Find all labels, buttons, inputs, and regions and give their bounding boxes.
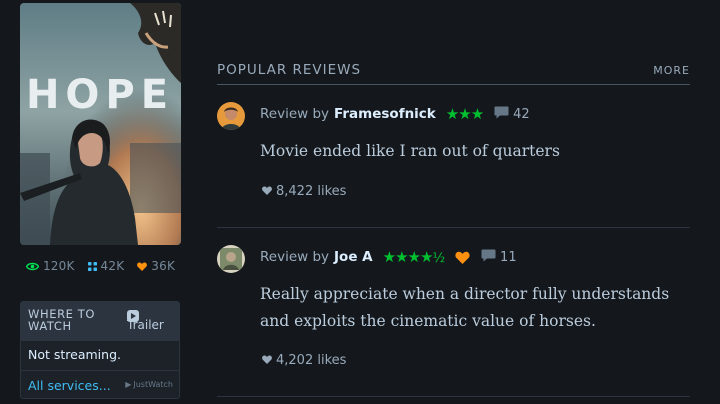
where-to-watch-footer: All services... ▶ JustWatch <box>21 371 179 398</box>
review-item: Review by Joe A ★★★★½ 11 Really apprecia… <box>217 242 690 397</box>
review-likes[interactable]: 8,422 likes <box>262 184 346 199</box>
avatar[interactable] <box>217 245 245 273</box>
likes-stat[interactable]: 36K <box>137 257 175 275</box>
justwatch-credit[interactable]: ▶ JustWatch <box>125 371 173 398</box>
trailer-label: Trailer <box>127 318 164 332</box>
eye-icon <box>25 262 39 271</box>
heart-icon <box>137 262 148 271</box>
watched-stat[interactable]: 120K <box>25 257 75 275</box>
rating-stars: ★★★ <box>445 105 484 123</box>
lists-count: 42K <box>100 259 125 273</box>
avatar[interactable] <box>217 102 245 130</box>
star-rating: ★★★★½ <box>382 248 445 266</box>
speech-bubble-icon <box>481 249 496 266</box>
review-byline: Review by Framesofnick ★★★ 42 <box>260 105 530 123</box>
where-to-watch-panel: WHERE TO WATCH Trailer Not streaming. Al… <box>20 301 180 399</box>
justwatch-play-icon: ▶ <box>125 380 132 389</box>
comment-count: 42 <box>513 106 530 122</box>
trailer-button[interactable]: Trailer <box>127 307 177 332</box>
all-services-link[interactable]: All services... <box>28 378 111 393</box>
popular-reviews-header: POPULAR REVIEWS MORE <box>217 62 690 85</box>
heart-icon <box>262 353 272 368</box>
rating-half-star: ½ <box>432 251 445 266</box>
likes-count: 36K <box>151 259 176 273</box>
comments-link[interactable]: 11 <box>481 249 517 266</box>
review-byline: Review by Joe A ★★★★½ 11 <box>260 248 517 266</box>
review-author[interactable]: Framesofnick <box>334 106 436 122</box>
review-body[interactable]: Movie ended like I ran out of quarters <box>260 138 690 165</box>
more-reviews-link[interactable]: MORE <box>653 64 690 77</box>
liked-heart-icon <box>455 251 470 264</box>
review-body[interactable]: Really appreciate when a director fully … <box>260 281 690 335</box>
review-by-label: Review by <box>260 106 330 122</box>
review-item: Review by Framesofnick ★★★ 42 Movie ende… <box>217 99 690 228</box>
grid-icon <box>87 261 97 271</box>
where-to-watch-header: WHERE TO WATCH Trailer <box>21 302 179 341</box>
speech-bubble-icon <box>494 106 509 123</box>
poster-title: HOPE <box>26 72 174 118</box>
comments-link[interactable]: 42 <box>494 106 530 123</box>
justwatch-label: JustWatch <box>133 380 173 389</box>
film-page: HOPE 120K 42K 36K WHERE TO WATCH Trailer… <box>0 0 720 404</box>
heart-icon <box>262 184 272 199</box>
review-likes[interactable]: 4,202 likes <box>262 353 346 368</box>
comment-count: 11 <box>500 249 517 265</box>
rating-stars: ★★★★ <box>382 248 434 266</box>
poster-artwork: HOPE <box>20 3 181 245</box>
where-to-watch-title: WHERE TO WATCH <box>28 307 96 333</box>
popular-reviews-title[interactable]: POPULAR REVIEWS <box>217 62 361 78</box>
star-rating: ★★★ <box>445 105 484 123</box>
likes-count: 8,422 likes <box>276 184 347 199</box>
lists-stat[interactable]: 42K <box>87 257 125 275</box>
popular-reviews-section: POPULAR REVIEWS MORE Review by Framesofn… <box>217 0 690 404</box>
watched-count: 120K <box>42 259 75 273</box>
film-poster[interactable]: HOPE <box>20 3 181 245</box>
film-stats: 120K 42K 36K <box>20 257 181 275</box>
review-by-label: Review by <box>260 249 330 265</box>
likes-count: 4,202 likes <box>276 353 347 368</box>
streaming-status: Not streaming. <box>21 341 179 371</box>
review-author[interactable]: Joe A <box>334 249 373 265</box>
